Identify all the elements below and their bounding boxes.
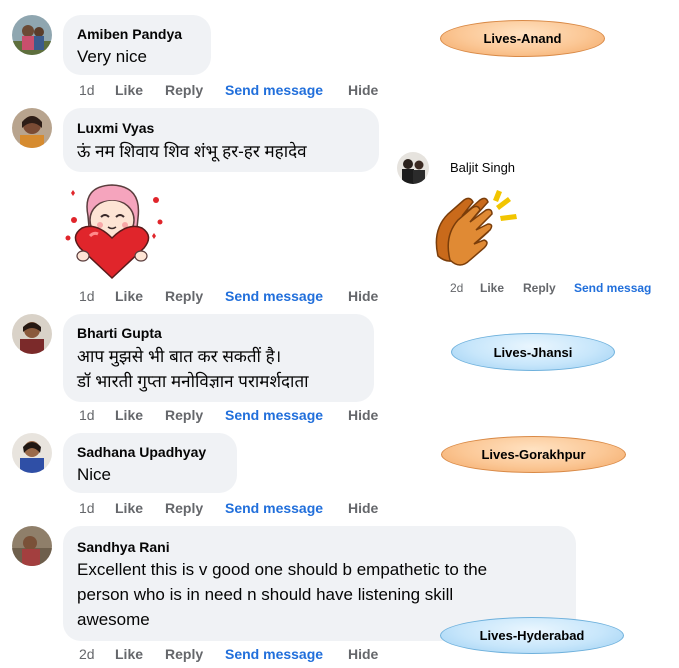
comment-text: awesome [77,610,150,629]
comment-text: आप मुझसे भी बात कर सकतीं है। [77,347,282,366]
heart-hug-sticker [60,178,165,283]
like-button[interactable]: Like [480,281,504,295]
send-message-button[interactable]: Send message [225,500,323,516]
comment-age[interactable]: 1d [79,407,95,423]
commenter-name[interactable]: Sandhya Rani [77,539,170,555]
send-message-button[interactable]: Send message [225,82,323,98]
commenter-name[interactable]: Bharti Gupta [77,325,162,341]
comment-bubble: Sadhana Upadhyay Nice [63,433,237,493]
comment-text: person who is in need n should have list… [77,585,454,604]
reply-button[interactable]: Reply [165,407,203,423]
reply-button[interactable]: Reply [165,82,203,98]
reply-button[interactable]: Reply [165,646,203,662]
comment-age[interactable]: 2d [79,646,95,662]
commenter-name[interactable]: Baljit Singh [450,160,515,175]
hide-button[interactable]: Hide [348,82,378,98]
comment-text: ऊं नम शिवाय शिव शंभू हर-हर महादेव [77,142,307,161]
like-button[interactable]: Like [115,646,143,662]
location-tag-gorakhpur: Lives-Gorakhpur [441,436,626,473]
reply-button[interactable]: Reply [165,288,203,304]
avatar[interactable] [12,314,52,354]
comment-age[interactable]: 1d [79,500,95,516]
send-message-button[interactable]: Send message [225,646,323,662]
avatar[interactable] [12,108,52,148]
comment-text: Excellent this is v good one should b em… [77,560,488,579]
like-button[interactable]: Like [115,82,143,98]
comment-text: डॉ भारती गुप्ता मनोविज्ञान परामर्शदाता [77,372,309,391]
comment-bubble: Bharti Gupta आप मुझसे भी बात कर सकतीं है… [63,314,374,402]
like-button[interactable]: Like [115,407,143,423]
reply-button[interactable]: Reply [523,281,556,295]
commenter-name[interactable]: Sadhana Upadhyay [77,444,206,460]
hide-button[interactable]: Hide [348,646,378,662]
commenter-name[interactable]: Amiben Pandya [77,26,182,42]
location-tag-hyderabad: Lives-Hyderabad [440,617,624,654]
comment-bubble: Luxmi Vyas ऊं नम शिवाय शिव शंभू हर-हर मह… [63,108,379,172]
like-button[interactable]: Like [115,288,143,304]
send-message-button[interactable]: Send message [225,288,323,304]
hide-button[interactable]: Hide [348,407,378,423]
comment-age[interactable]: 1d [79,288,95,304]
reply-button[interactable]: Reply [165,500,203,516]
comment-age[interactable]: 1d [79,82,95,98]
hide-button[interactable]: Hide [348,500,378,516]
like-button[interactable]: Like [115,500,143,516]
avatar[interactable] [12,526,52,566]
clapping-hands-sticker [430,190,525,272]
comment-text: Very nice [77,47,147,66]
send-message-button[interactable]: Send message [225,407,323,423]
comment-age[interactable]: 2d [450,281,463,295]
avatar[interactable] [12,433,52,473]
avatar[interactable] [12,15,52,55]
avatar[interactable] [397,152,429,184]
send-message-button[interactable]: Send messag [574,281,651,295]
comment-bubble: Amiben Pandya Very nice [63,15,211,75]
location-tag-anand: Lives-Anand [440,20,605,57]
location-tag-jhansi: Lives-Jhansi [451,333,615,371]
hide-button[interactable]: Hide [348,288,378,304]
comment-text: Nice [77,465,112,484]
commenter-name[interactable]: Luxmi Vyas [77,120,154,136]
